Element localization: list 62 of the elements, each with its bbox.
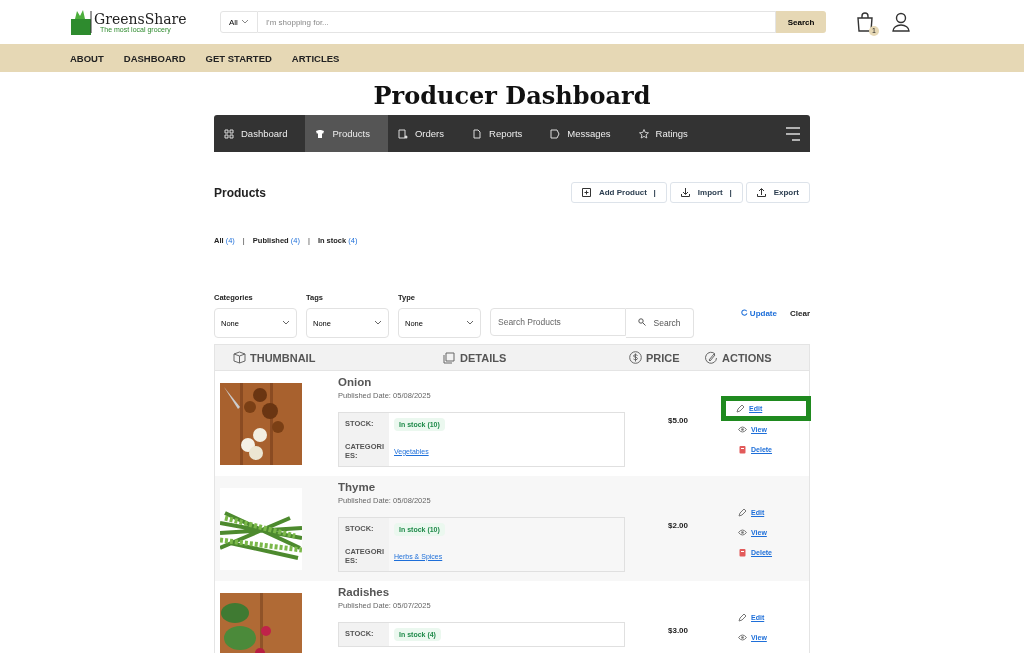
- dashboard-tab[interactable]: Dashboard: [214, 115, 306, 152]
- export-button[interactable]: Export: [745, 182, 810, 203]
- price: $3.00: [667, 625, 689, 637]
- column-header: PRICE: [629, 351, 705, 364]
- products-icon: [315, 128, 326, 139]
- dashboard-tab[interactable]: Ratings: [628, 115, 706, 152]
- logo-icon: [70, 9, 92, 35]
- search-field[interactable]: I'm shopping for...: [257, 11, 776, 33]
- nav-link[interactable]: GET STARTED: [205, 52, 272, 64]
- scope-dropdown[interactable]: All: [220, 11, 258, 33]
- menu-icon[interactable]: [786, 126, 800, 141]
- dashboard-tab[interactable]: Reports: [462, 115, 541, 152]
- column-header: ACTIONS: [705, 351, 772, 364]
- search-button[interactable]: Search: [776, 11, 826, 33]
- messages-icon: [550, 128, 561, 139]
- price: $5.00: [667, 415, 689, 427]
- page-title: Producer Dashboard: [372, 81, 652, 110]
- search-products-button[interactable]: Search: [626, 308, 694, 338]
- orders-icon: [398, 128, 408, 139]
- pen-icon: [738, 508, 747, 517]
- section-title: Products: [214, 185, 266, 200]
- nav-link[interactable]: ARTICLES: [291, 52, 340, 64]
- shopping-bag-icon[interactable]: [856, 12, 874, 32]
- logo-name: GreensShare: [94, 11, 187, 26]
- column-header: DETAILS: [443, 351, 629, 364]
- pen-icon: [736, 404, 745, 413]
- update-link[interactable]: Update: [740, 308, 777, 318]
- product-name: Radishes: [338, 586, 391, 598]
- nav-link[interactable]: ABOUT: [70, 52, 104, 64]
- eye-icon: [738, 528, 747, 537]
- product-name: Thyme: [338, 481, 377, 493]
- column-header: THUMBNAIL: [233, 351, 443, 364]
- upload-icon: [756, 188, 766, 197]
- chevron-icon: [282, 320, 290, 326]
- add-button[interactable]: Add Product |: [570, 182, 667, 203]
- chevron-icon: [374, 320, 382, 326]
- product-name: Onion: [338, 376, 373, 388]
- box-icon: [233, 351, 246, 364]
- nav-link[interactable]: DASHBOARD: [123, 52, 186, 64]
- trash-icon: [738, 548, 747, 557]
- eye-icon: [738, 425, 747, 434]
- ratings-icon: [638, 128, 649, 139]
- import-button[interactable]: Import |: [669, 182, 743, 203]
- reports-icon: [472, 128, 483, 139]
- dashboard-tab[interactable]: Products: [305, 115, 388, 152]
- dashboard-tab[interactable]: Messages: [540, 115, 629, 152]
- pen-icon: [738, 613, 747, 622]
- eye-icon: [738, 633, 747, 642]
- clear-link[interactable]: Clear: [790, 308, 810, 318]
- trash-icon: [738, 445, 747, 454]
- user-icon[interactable]: [892, 12, 910, 32]
- cards-icon: [443, 351, 456, 364]
- dashboard-icon: [224, 128, 234, 139]
- download-icon: [680, 188, 690, 197]
- dollar-circle-icon: [629, 351, 642, 364]
- search-icon: [638, 318, 647, 326]
- dashboard-tab[interactable]: Orders: [388, 115, 463, 152]
- price: $2.00: [667, 520, 689, 532]
- chevron-icon: [240, 19, 249, 25]
- chevron-icon: [466, 320, 474, 326]
- refresh-icon: [740, 308, 748, 316]
- search-products-field[interactable]: Search Products: [490, 308, 626, 336]
